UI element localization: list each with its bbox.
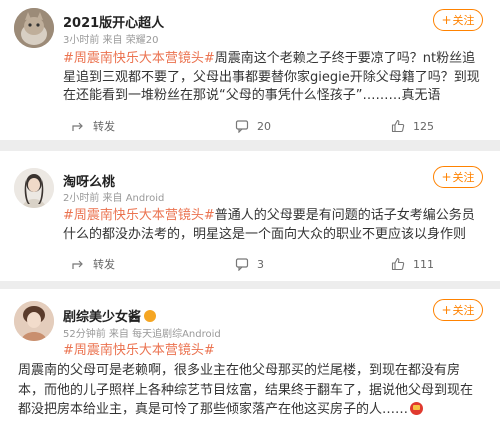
like-button[interactable]: 111 xyxy=(391,254,434,274)
share-button[interactable]: 转发 xyxy=(71,116,115,136)
post-meta: 52分钟前 来自 每天追剧综Android xyxy=(63,329,221,340)
comment-count: 20 xyxy=(257,119,271,133)
follow-button[interactable]: +关注 xyxy=(433,166,483,188)
share-icon xyxy=(72,260,83,269)
share-button[interactable]: 转发 xyxy=(71,254,115,274)
plus-icon: + xyxy=(441,13,452,27)
like-count: 111 xyxy=(413,257,434,271)
share-icon xyxy=(72,122,83,131)
comment-card: 淘呀么桃 2小时前 来自 Android +关注 #周震南快乐大本营镜头#普通人… xyxy=(0,151,500,281)
share-label: 转发 xyxy=(93,120,115,133)
user-name[interactable]: 剧综美少女酱 xyxy=(63,310,141,325)
comment-text: #周震南快乐大本营镜头#周震南这个老赖之子终于要凉了吗？nt粉丝追星追到三观都不… xyxy=(63,50,483,106)
comment-card: 剧综美少女酱 52分钟前 来自 每天追剧综Android +关注 #周震南快乐大… xyxy=(0,289,500,428)
avatar[interactable] xyxy=(14,8,54,48)
emoji-badge-icon xyxy=(144,310,157,322)
comment-text: 周震南的父母可是老赖啊，很多业主在他父母那买的烂尾楼，到现在都没有房本，而他的儿… xyxy=(18,361,483,420)
comment-button[interactable]: 3 xyxy=(235,254,264,274)
comment-card: 2021版开心超人 3小时前 来自 荣耀20 +关注 #周震南快乐大本营镜头#周… xyxy=(0,0,500,140)
comment-text: #周震南快乐大本营镜头#普通人的父母要是有问题的话子女考编公务员什么的都没办法考… xyxy=(63,207,483,244)
like-count: 125 xyxy=(413,119,434,133)
comment-icon xyxy=(235,258,249,271)
follow-label: 关注 xyxy=(452,304,475,317)
comment-body: 周震南的父母可是老赖啊，很多业主在他父母那买的烂尾楼，到现在都没有房本，而他的儿… xyxy=(18,363,474,417)
emoji-icon xyxy=(410,402,424,415)
topic-tag[interactable]: #周震南快乐大本营镜头# xyxy=(63,343,215,358)
user-name[interactable]: 淘呀么桃 xyxy=(63,171,115,190)
post-meta: 3小时前 来自 荣耀20 xyxy=(63,35,159,46)
post-meta: 2小时前 来自 Android xyxy=(63,193,165,204)
like-icon xyxy=(391,119,405,133)
user-name[interactable]: 2021版开心超人 xyxy=(63,12,164,31)
plus-icon: + xyxy=(441,170,452,184)
like-button[interactable]: 125 xyxy=(391,116,434,136)
avatar[interactable] xyxy=(14,301,54,341)
share-label: 转发 xyxy=(93,258,115,271)
follow-button[interactable]: +关注 xyxy=(433,9,483,31)
follow-button[interactable]: +关注 xyxy=(433,299,483,321)
comment-count: 3 xyxy=(257,257,264,271)
like-icon xyxy=(391,257,405,271)
comment-button[interactable]: 20 xyxy=(235,116,271,136)
plus-icon: + xyxy=(441,303,452,317)
user-name-row: 剧综美少女酱 xyxy=(63,306,157,325)
follow-label: 关注 xyxy=(452,171,475,184)
topic-tag[interactable]: #周震南快乐大本营镜头# xyxy=(63,208,215,223)
action-bar: 转发 3 111 xyxy=(63,254,483,274)
avatar[interactable] xyxy=(14,168,54,208)
follow-label: 关注 xyxy=(452,14,475,27)
action-bar: 转发 20 125 xyxy=(63,116,483,136)
topic-tag[interactable]: #周震南快乐大本营镜头# xyxy=(63,51,215,66)
topic-tag-line: #周震南快乐大本营镜头# xyxy=(63,342,483,361)
comment-icon xyxy=(235,120,249,133)
